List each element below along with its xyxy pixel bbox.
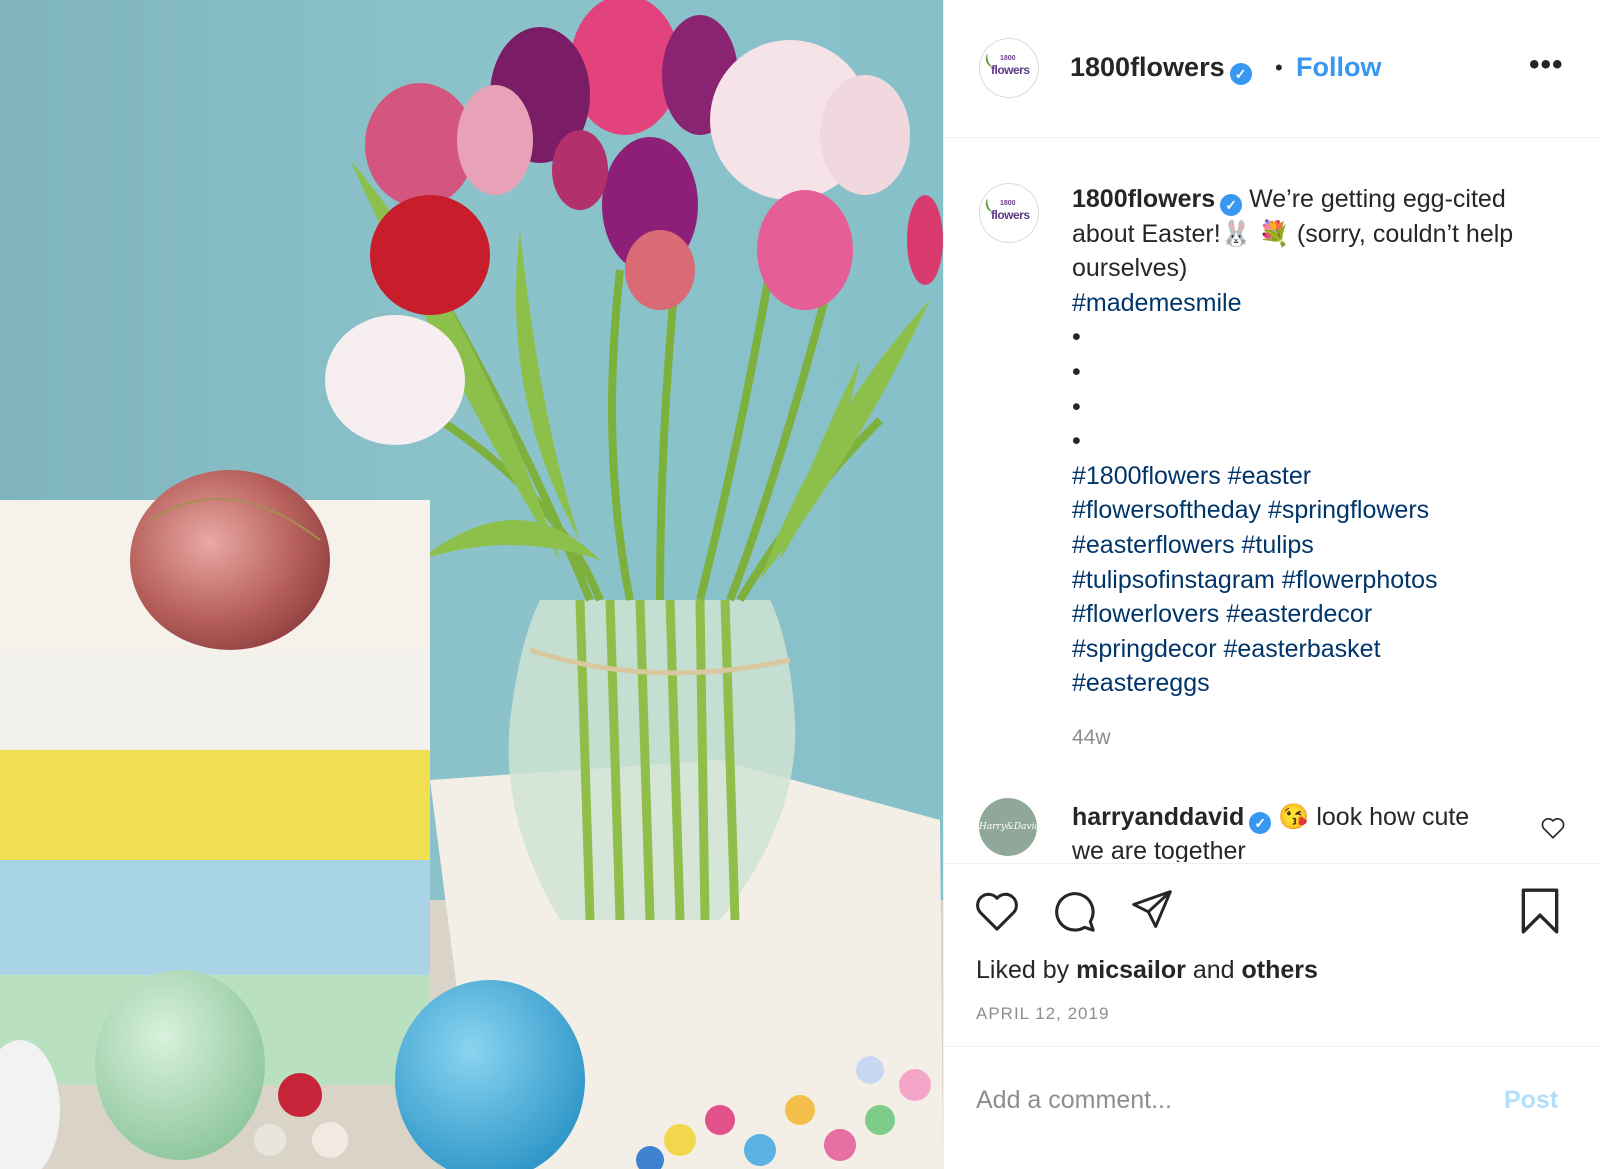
kiss-emoji-icon: 😘 xyxy=(1278,803,1310,831)
caption-bullet: • xyxy=(1072,427,1081,456)
avatar-brand-top: 1800 xyxy=(1000,55,1016,62)
post-comment-button[interactable]: Post xyxy=(1504,1086,1558,1115)
tulip-photo-illustration xyxy=(0,0,943,1169)
commenter-username[interactable]: harryanddavid xyxy=(1072,803,1244,831)
hashtag-link[interactable]: #flowerlovers xyxy=(1072,600,1219,628)
caption-bullet: • xyxy=(1072,357,1081,386)
comment-item: harryanddavid ✓ 😘 look how cute we are to… xyxy=(1072,800,1492,862)
verified-badge-icon: ✓ xyxy=(1229,63,1252,85)
liked-by-user[interactable]: micsailor xyxy=(1076,956,1186,984)
add-comment-bar: Post xyxy=(944,1046,1600,1169)
hashtag-link[interactable]: #1800flowers xyxy=(1072,462,1221,490)
comments-scroll-area[interactable]: 1800 flowers 1800flowers ✓ We’re getting … xyxy=(944,138,1600,862)
caption-bullet: • xyxy=(1072,323,1081,352)
account-name-row: 1800flowers ✓ xyxy=(1070,52,1252,85)
commenter-avatar[interactable]: Harry&David xyxy=(979,798,1040,856)
liked-by-others[interactable]: others xyxy=(1241,956,1317,984)
likes-summary: Liked by micsailor and others xyxy=(976,956,1318,985)
post-date[interactable]: APRIL 12, 2019 xyxy=(976,1004,1109,1024)
bookmark-icon[interactable] xyxy=(1518,886,1562,936)
account-username[interactable]: 1800flowers xyxy=(1070,52,1225,82)
verified-badge-icon: ✓ xyxy=(1220,194,1243,216)
verified-badge-icon: ✓ xyxy=(1249,812,1272,834)
comment-icon[interactable] xyxy=(1051,888,1097,934)
post-actions: Liked by micsailor and others APRIL 12, … xyxy=(944,863,1600,1047)
caption-username[interactable]: 1800flowers xyxy=(1072,185,1215,213)
hashtag-link[interactable]: #tulips xyxy=(1242,531,1314,559)
liked-by-label: Liked by xyxy=(976,956,1070,984)
bunny-emoji-icon: 🐰 xyxy=(1220,219,1252,248)
post-header: 1800 flowers 1800flowers ✓ • Follow ••• xyxy=(944,0,1600,138)
hashtag-link[interactable]: #mademesmile xyxy=(1072,289,1242,317)
hashtag-link[interactable]: #springflowers xyxy=(1268,496,1429,524)
hashtag-link[interactable]: #easter xyxy=(1228,462,1311,490)
hashtag-link[interactable]: #easterflowers xyxy=(1072,531,1235,559)
hashtag-link[interactable]: #flowerphotos xyxy=(1282,566,1438,594)
caption-avatar[interactable]: 1800 flowers xyxy=(979,183,1039,243)
hashtag-link[interactable]: #tulipsofinstagram xyxy=(1072,566,1275,594)
heart-icon[interactable] xyxy=(974,890,1020,932)
account-avatar[interactable]: 1800 flowers xyxy=(979,38,1039,98)
liked-and-label: and xyxy=(1192,956,1235,984)
avatar-brand-top: 1800 xyxy=(1000,200,1016,207)
flowers-emoji-icon: 💐 xyxy=(1258,219,1290,248)
post-age[interactable]: 44w xyxy=(1072,726,1111,750)
post-caption: 1800flowers ✓ We’re getting egg-cited abo… xyxy=(1072,182,1542,701)
post-photo[interactable] xyxy=(0,0,943,1169)
share-icon[interactable] xyxy=(1129,888,1175,932)
hashtag-link[interactable]: #easterdecor xyxy=(1226,600,1372,628)
more-options-icon[interactable]: ••• xyxy=(1529,48,1564,82)
hashtag-link[interactable]: #easterbasket xyxy=(1223,635,1380,663)
separator-dot: • xyxy=(1275,55,1283,80)
post-side-panel: 1800 flowers 1800flowers ✓ • Follow ••• 1… xyxy=(943,0,1600,1169)
hashtag-link[interactable]: #flowersoftheday xyxy=(1072,496,1261,524)
follow-button[interactable]: Follow xyxy=(1296,52,1381,83)
comment-like-heart-icon[interactable] xyxy=(1540,816,1566,840)
avatar-brand-word: flowers xyxy=(991,208,1030,222)
hashtag-link[interactable]: #eastereggs xyxy=(1072,669,1210,697)
hashtag-link[interactable]: #springdecor xyxy=(1072,635,1217,663)
comment-input[interactable] xyxy=(976,1082,1476,1118)
caption-bullet: • xyxy=(1072,392,1081,421)
avatar-brand-word: flowers xyxy=(991,63,1030,77)
